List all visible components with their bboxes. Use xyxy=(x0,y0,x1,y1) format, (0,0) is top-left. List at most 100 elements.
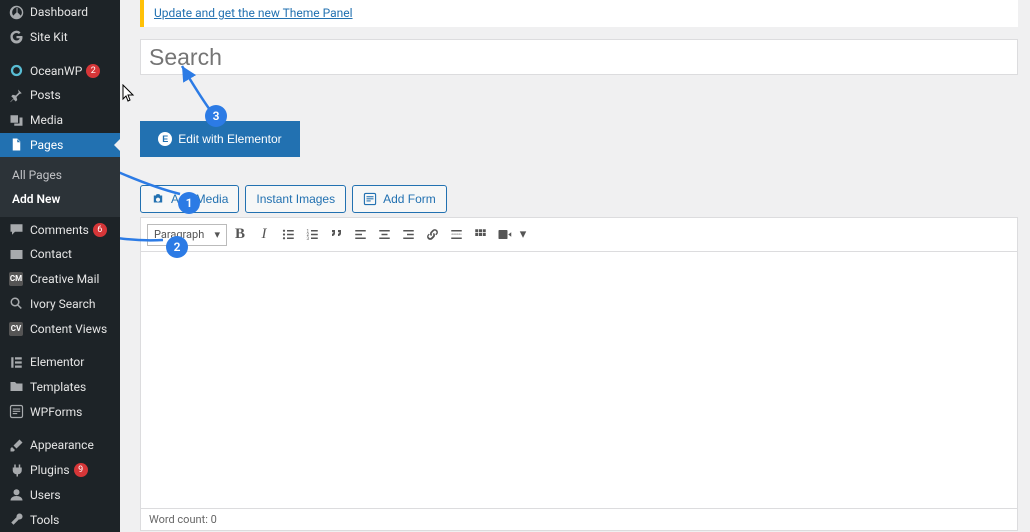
theme-panel-notice: Update and get the new Theme Panel xyxy=(140,0,1018,27)
oceanwp-icon xyxy=(8,63,24,79)
wpforms-icon xyxy=(8,404,24,420)
camera-icon xyxy=(151,192,165,206)
bold-button[interactable]: B xyxy=(229,224,251,246)
word-count-label: Word count: 0 xyxy=(149,513,217,526)
insert-block-caret-icon[interactable]: ▾ xyxy=(517,224,529,246)
tools-label: Tools xyxy=(30,513,59,527)
sidebar-item-pages[interactable]: Pages xyxy=(0,133,120,158)
media-label: Media xyxy=(30,113,63,127)
sidebar-item-media[interactable]: Media xyxy=(0,108,120,133)
editor-content-area[interactable] xyxy=(140,251,1018,509)
sidebar-item-contact[interactable]: Contact xyxy=(0,242,120,267)
submenu-add-new[interactable]: Add New xyxy=(0,187,120,211)
add-form-label: Add Form xyxy=(383,192,436,206)
wpforms-label: WPForms xyxy=(30,405,82,419)
sidebar-item-plugins[interactable]: Plugins 9 xyxy=(0,458,120,483)
media-icon xyxy=(8,112,24,128)
sidebar-item-oceanwp[interactable]: OceanWP 2 xyxy=(0,58,120,83)
svg-text:3: 3 xyxy=(306,236,309,242)
brush-icon xyxy=(8,437,24,453)
link-button[interactable] xyxy=(421,224,443,246)
folder-icon xyxy=(8,379,24,395)
bullet-list-button[interactable] xyxy=(277,224,299,246)
align-right-button[interactable] xyxy=(397,224,419,246)
plugins-badge: 9 xyxy=(74,463,88,477)
dropdown-caret-icon: ▾ xyxy=(214,228,220,241)
content-views-label: Content Views xyxy=(30,322,107,336)
wrench-icon xyxy=(8,512,24,528)
comments-badge: 6 xyxy=(93,223,107,237)
toolbar-toggle-button[interactable] xyxy=(469,224,491,246)
sidebar-item-wpforms[interactable]: WPForms xyxy=(0,399,120,424)
oceanwp-label: OceanWP xyxy=(30,64,82,78)
sidebar-item-posts[interactable]: Posts xyxy=(0,83,120,108)
add-media-label: Add Media xyxy=(171,192,228,206)
align-left-button[interactable] xyxy=(349,224,371,246)
users-label: Users xyxy=(30,488,61,502)
cv-icon: CV xyxy=(8,321,24,337)
editor-status-bar: Word count: 0 xyxy=(140,509,1018,531)
dashboard-icon xyxy=(8,4,24,20)
elementor-label: Elementor xyxy=(30,355,84,369)
sidebar-item-appearance[interactable]: Appearance xyxy=(0,433,120,458)
page-title-input[interactable] xyxy=(140,39,1018,75)
pin-icon xyxy=(8,87,24,103)
google-icon xyxy=(8,29,24,45)
elementor-btn-label: Edit with Elementor xyxy=(178,132,281,146)
appearance-label: Appearance xyxy=(30,438,94,452)
add-media-button[interactable]: Add Media xyxy=(140,185,239,213)
blockquote-button[interactable] xyxy=(325,224,347,246)
sidebar-item-tools[interactable]: Tools xyxy=(0,507,120,532)
sidebar-item-ivory-search[interactable]: Ivory Search xyxy=(0,292,120,317)
sidebar-item-users[interactable]: Users xyxy=(0,482,120,507)
pages-submenu: All Pages Add New xyxy=(0,157,120,217)
notice-link[interactable]: Update and get the new Theme Panel xyxy=(154,6,353,20)
instant-images-label: Instant Images xyxy=(256,192,335,206)
posts-label: Posts xyxy=(30,88,61,102)
plugins-label: Plugins xyxy=(30,463,70,477)
paragraph-label: Paragraph xyxy=(154,228,204,241)
sidebar-item-sitekit[interactable]: Site Kit xyxy=(0,25,120,50)
dashboard-label: Dashboard xyxy=(30,5,88,19)
cm-icon: CM xyxy=(8,271,24,287)
pages-icon xyxy=(8,137,24,153)
search-icon xyxy=(8,296,24,312)
sidebar-item-templates[interactable]: Templates xyxy=(0,375,120,400)
comments-icon xyxy=(8,222,24,238)
comments-label: Comments xyxy=(30,223,89,237)
align-center-button[interactable] xyxy=(373,224,395,246)
edit-with-elementor-button[interactable]: E Edit with Elementor xyxy=(140,121,300,157)
italic-button[interactable]: I xyxy=(253,224,275,246)
classic-editor: Add Media Instant Images Add Form Paragr… xyxy=(140,185,1018,531)
form-icon xyxy=(363,192,377,206)
main-content: Update and get the new Theme Panel E Edi… xyxy=(120,0,1030,532)
admin-sidebar: Dashboard Site Kit OceanWP 2 Posts Media… xyxy=(0,0,120,532)
sidebar-item-content-views[interactable]: CV Content Views xyxy=(0,316,120,341)
mouse-cursor-icon xyxy=(122,84,136,102)
elementor-badge-icon: E xyxy=(158,132,172,146)
sitekit-label: Site Kit xyxy=(30,30,68,44)
envelope-icon xyxy=(8,246,24,262)
media-buttons-row: Add Media Instant Images Add Form xyxy=(140,185,1018,213)
insert-block-button[interactable] xyxy=(493,224,515,246)
pages-label: Pages xyxy=(30,138,63,152)
sidebar-item-comments[interactable]: Comments 6 xyxy=(0,217,120,242)
ivory-label: Ivory Search xyxy=(30,297,96,311)
elementor-icon xyxy=(8,354,24,370)
plugin-icon xyxy=(8,462,24,478)
contact-label: Contact xyxy=(30,247,72,261)
user-icon xyxy=(8,487,24,503)
submenu-all-pages[interactable]: All Pages xyxy=(0,163,120,187)
number-list-button[interactable]: 123 xyxy=(301,224,323,246)
creative-mail-label: Creative Mail xyxy=(30,272,99,286)
read-more-button[interactable] xyxy=(445,224,467,246)
instant-images-button[interactable]: Instant Images xyxy=(245,185,346,213)
sidebar-item-creative-mail[interactable]: CM Creative Mail xyxy=(0,267,120,292)
templates-label: Templates xyxy=(30,380,86,394)
sidebar-item-dashboard[interactable]: Dashboard xyxy=(0,0,120,25)
oceanwp-badge: 2 xyxy=(86,64,100,78)
editor-toolbar: Paragraph ▾ B I 123 ▾ xyxy=(140,217,1018,251)
sidebar-item-elementor[interactable]: Elementor xyxy=(0,350,120,375)
paragraph-dropdown[interactable]: Paragraph ▾ xyxy=(147,224,227,246)
add-form-button[interactable]: Add Form xyxy=(352,185,447,213)
